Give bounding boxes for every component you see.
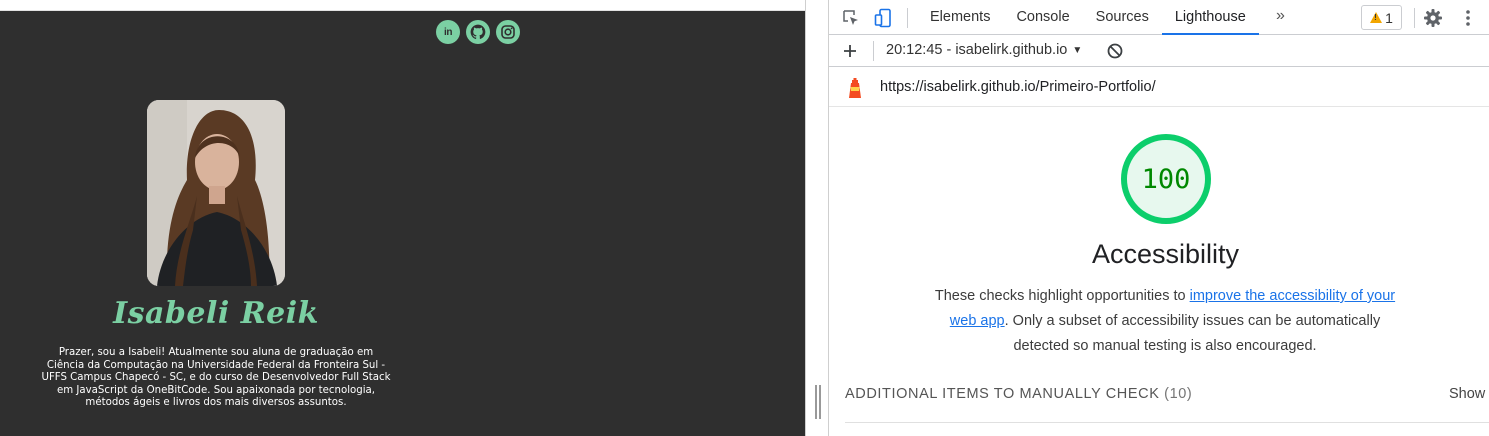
portfolio-viewport: in Isabeli Reik Prazer, sou a Isabeli! A… [0,0,805,436]
github-icon [470,24,486,40]
page-top-strip [0,0,805,11]
tab-lighthouse[interactable]: Lighthouse [1161,0,1259,35]
score-gauge: 100 [1121,134,1211,224]
warning-icon [1370,12,1383,23]
group-divider [845,422,1489,423]
more-vertical-icon [1466,10,1470,26]
description-suffix: . Only a subset of accessibility issues … [1004,313,1381,354]
report-url-bar: https://isabelirk.github.io/Primeiro-Por… [829,67,1489,107]
settings-button[interactable] [1421,6,1445,30]
instagram-link[interactable] [496,20,520,44]
gear-icon [1424,9,1442,27]
linkedin-link[interactable]: in [436,20,460,44]
device-toggle-icon [874,8,891,28]
block-icon [1107,43,1123,59]
resize-grip-icon [815,385,821,419]
inspect-element-button[interactable] [839,6,863,30]
warnings-badge[interactable]: 1 [1361,5,1402,30]
portfolio-bio: Prazer, sou a Isabeli! Atualmente sou al… [41,347,391,409]
category-title: Accessibility [1091,239,1240,269]
social-links: in [436,20,520,44]
toolbar-separator [907,8,908,28]
portfolio-page: in Isabeli Reik Prazer, sou a Isabeli! A… [0,11,805,436]
warnings-count: 1 [1385,9,1393,26]
plus-icon [844,45,856,57]
description-prefix: These checks highlight opportunities to [934,288,1190,304]
dropdown-caret-icon: ▼ [1072,45,1083,56]
manual-check-label: ADDITIONAL ITEMS TO MANUALLY CHECK [845,386,1160,402]
devtools-tabs: Elements Console Sources Lighthouse [917,0,1259,35]
tab-elements[interactable]: Elements [917,0,1003,35]
score-value: 100 [1141,163,1191,195]
toolbar-separator [1414,8,1415,28]
show-toggle[interactable]: Show [1449,386,1485,402]
tab-sources[interactable]: Sources [1083,0,1162,35]
lighthouse-icon [849,78,861,98]
more-tabs-chevron-icon[interactable]: » [1276,7,1285,25]
manual-check-count: (10) [1164,386,1193,402]
profile-photo [147,100,285,286]
new-report-button[interactable] [838,39,862,63]
devtools-panel: Elements Console Sources Lighthouse » 1 [829,0,1489,436]
lighthouse-toolbar: 20:12:45 - isabelirk.github.io ▼ [829,35,1489,67]
manual-check-group-header[interactable]: ADDITIONAL ITEMS TO MANUALLY CHECK (10) [845,386,1192,402]
category-description: These checks highlight opportunities to … [920,284,1410,359]
report-selector[interactable]: 20:12:45 - isabelirk.github.io ▼ [886,42,1082,58]
report-url: https://isabelirk.github.io/Primeiro-Por… [880,79,1156,95]
toolbar-separator [873,41,874,61]
devtools-toolbar: Elements Console Sources Lighthouse » 1 [829,0,1489,35]
customize-menu-button[interactable] [1456,6,1480,30]
devtools-resizer[interactable] [805,0,829,436]
portfolio-name: Isabeli Reik [113,296,319,331]
linkedin-icon: in [444,26,452,38]
tab-console[interactable]: Console [1003,0,1082,35]
github-link[interactable] [466,20,490,44]
instagram-icon [501,25,515,39]
device-toolbar-button[interactable] [872,6,896,30]
report-selector-label: 20:12:45 - isabelirk.github.io [886,42,1068,58]
clear-reports-button[interactable] [1103,39,1127,63]
inspect-icon [843,10,858,25]
